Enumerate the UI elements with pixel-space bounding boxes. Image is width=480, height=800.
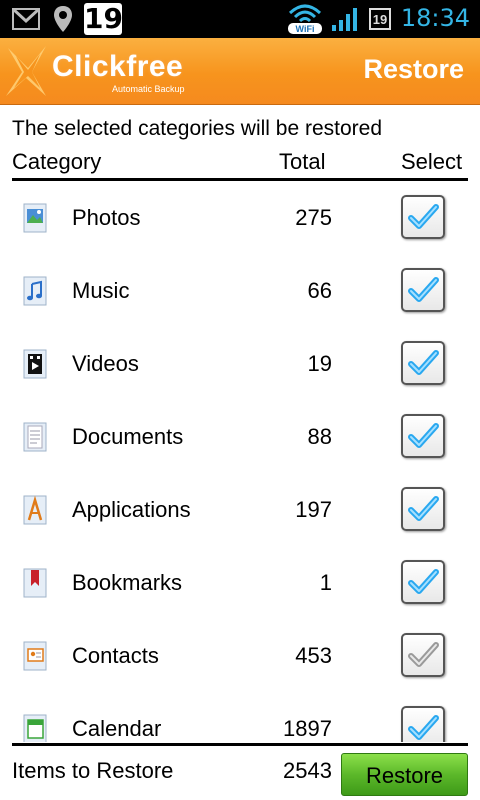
items-to-restore-total: 2543 (283, 758, 332, 783)
select-checkbox-videos[interactable] (401, 341, 445, 385)
select-checkbox-photos[interactable] (401, 195, 445, 239)
category-total: 1 (319, 570, 332, 595)
clickfree-logo: Clickfree Automatic Backup (2, 38, 202, 104)
footer-divider (12, 743, 468, 746)
calendar-date-icon: 19 (84, 2, 123, 35)
checkmark-icon (408, 496, 439, 521)
logo-tagline: Automatic Backup (112, 84, 185, 94)
logo-swoosh-icon (6, 46, 46, 96)
logo-name: Clickfree (52, 50, 184, 83)
videos-icon (22, 349, 48, 379)
select-checkbox-bookmarks[interactable] (401, 560, 445, 604)
category-row-documents[interactable]: Documents 88 (0, 400, 480, 473)
select-checkbox-documents[interactable] (401, 414, 445, 458)
checkmark-icon (408, 715, 439, 740)
photos-icon (22, 203, 48, 233)
category-label: Applications (72, 497, 191, 522)
checkmark-icon (408, 423, 439, 448)
calendar-icon (22, 714, 48, 742)
category-label: Videos (72, 351, 139, 376)
category-total: 275 (295, 205, 332, 230)
music-icon (22, 276, 48, 306)
gmail-icon (11, 7, 41, 35)
category-list[interactable]: Photos 275 Music 66 Videos 19 Documents … (0, 181, 480, 742)
items-to-restore-label: Items to Restore (12, 758, 174, 783)
screen-title: Restore (363, 54, 464, 84)
applications-icon (22, 495, 48, 525)
checkmark-icon (408, 350, 439, 375)
clock-time: 18:34 (400, 4, 470, 32)
category-total: 197 (295, 497, 332, 522)
category-label: Photos (72, 205, 141, 230)
column-header-category: Category (12, 149, 102, 174)
category-total: 1897 (283, 716, 332, 741)
category-row-bookmarks[interactable]: Bookmarks 1 (0, 546, 480, 619)
bookmarks-icon (22, 568, 48, 598)
category-row-calendar[interactable]: Calendar 1897 (0, 692, 480, 742)
app-header: Clickfree Automatic Backup Restore (0, 38, 480, 105)
checkmark-icon (408, 569, 439, 594)
restore-button[interactable]: Restore (341, 753, 468, 796)
contacts-icon (22, 641, 48, 671)
category-total: 19 (307, 351, 332, 376)
checkmark-icon (408, 642, 439, 667)
category-row-photos[interactable]: Photos 275 (0, 181, 480, 254)
category-label: Music (72, 278, 130, 303)
checkmark-icon (408, 204, 439, 229)
svg-text:WiFi: WiFi (296, 24, 315, 34)
category-row-applications[interactable]: Applications 197 (0, 473, 480, 546)
category-total: 88 (307, 424, 332, 449)
select-checkbox-contacts[interactable] (401, 633, 445, 677)
column-header-select: Select (401, 149, 463, 174)
checkmark-icon (408, 277, 439, 302)
category-row-contacts[interactable]: Contacts 453 (0, 619, 480, 692)
documents-icon (22, 422, 48, 452)
category-label: Documents (72, 424, 184, 449)
wifi-icon: WiFi (286, 1, 324, 40)
category-label: Calendar (72, 716, 162, 741)
category-row-videos[interactable]: Videos 19 (0, 327, 480, 400)
calendar-icon: 19 (369, 8, 391, 30)
select-checkbox-music[interactable] (401, 268, 445, 312)
signal-icon (330, 8, 358, 37)
status-bar: 19 WiFi 19 18:34 (0, 0, 480, 38)
category-label: Contacts (72, 643, 159, 668)
instructions-text: The selected categories will be restored (12, 117, 383, 140)
category-row-music[interactable]: Music 66 (0, 254, 480, 327)
category-total: 453 (295, 643, 332, 668)
location-icon (52, 5, 74, 38)
column-header-total: Total (279, 149, 326, 174)
select-checkbox-applications[interactable] (401, 487, 445, 531)
select-checkbox-calendar[interactable] (401, 706, 445, 742)
category-total: 66 (307, 278, 332, 303)
category-label: Bookmarks (72, 570, 183, 595)
